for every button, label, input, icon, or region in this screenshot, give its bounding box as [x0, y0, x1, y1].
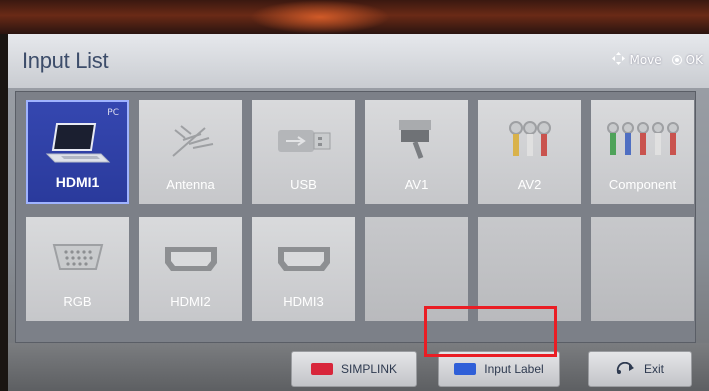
input-label-av1: AV1 [404, 177, 429, 192]
input-tile-av2[interactable]: AV2 [478, 100, 581, 204]
footer-bar: SIMPLINK Input Label Exit [8, 343, 709, 391]
header-bar: Input List Move OK [8, 34, 709, 88]
scart-icon [365, 120, 468, 164]
input-tile-rgb[interactable]: RGB [26, 217, 129, 321]
ok-button-icon [671, 55, 682, 65]
simplink-button[interactable]: SIMPLINK [291, 351, 417, 387]
empty-tile [591, 217, 694, 321]
input-label-hdmi1: HDMI1 [55, 174, 100, 190]
back-arrow-icon [616, 361, 636, 377]
input-tile-component[interactable]: Component [591, 100, 694, 204]
red-button-icon [310, 363, 333, 375]
input-label-hdmi3: HDMI3 [283, 294, 324, 309]
input-tile-hdmi3[interactable]: HDMI3 [252, 217, 355, 321]
navigation-hints: Move OK [612, 52, 703, 68]
four-way-arrow-icon [612, 52, 626, 68]
input-label-hdmi2: HDMI2 [170, 294, 211, 309]
ok-hint-label: OK [685, 53, 703, 67]
page-title: Input List [22, 48, 109, 73]
hdmi-icon [252, 237, 355, 281]
input-label-av2: AV2 [517, 177, 542, 192]
input-tile-antenna[interactable]: Antenna [139, 100, 242, 204]
move-hint-label: Move [629, 53, 662, 67]
component-icon [591, 120, 694, 164]
vga-icon [26, 237, 129, 281]
input-label-antenna: Antenna [166, 177, 215, 192]
blue-button-icon [454, 363, 477, 375]
simplink-label: SIMPLINK [340, 362, 397, 376]
pc-tag: PC [107, 108, 119, 118]
input-label-component: Component [608, 177, 677, 192]
usb-icon [252, 120, 355, 164]
hdmi-icon [139, 237, 242, 281]
rca-av-icon [478, 120, 581, 164]
exit-button[interactable]: Exit [588, 351, 692, 387]
input-label-usb: USB [290, 177, 317, 192]
input-list-screen: Input List Move OK PC HDMI1 Antenna USB … [8, 34, 709, 391]
laptop-icon [28, 122, 127, 166]
input-tile-hdmi1[interactable]: PC HDMI1 [26, 100, 129, 204]
exit-label: Exit [643, 362, 664, 376]
input-label-label: Input Label [484, 362, 544, 376]
input-tile-hdmi2[interactable]: HDMI2 [139, 217, 242, 321]
input-label-rgb: RGB [63, 294, 92, 309]
background-glow [250, 0, 390, 34]
input-tile-av1[interactable]: AV1 [365, 100, 468, 204]
antenna-icon [139, 120, 242, 164]
annotation-highlight-box [424, 306, 557, 357]
input-tile-usb[interactable]: USB [252, 100, 355, 204]
input-grid: PC HDMI1 Antenna USB AV1 AV2 Component R… [15, 91, 696, 343]
